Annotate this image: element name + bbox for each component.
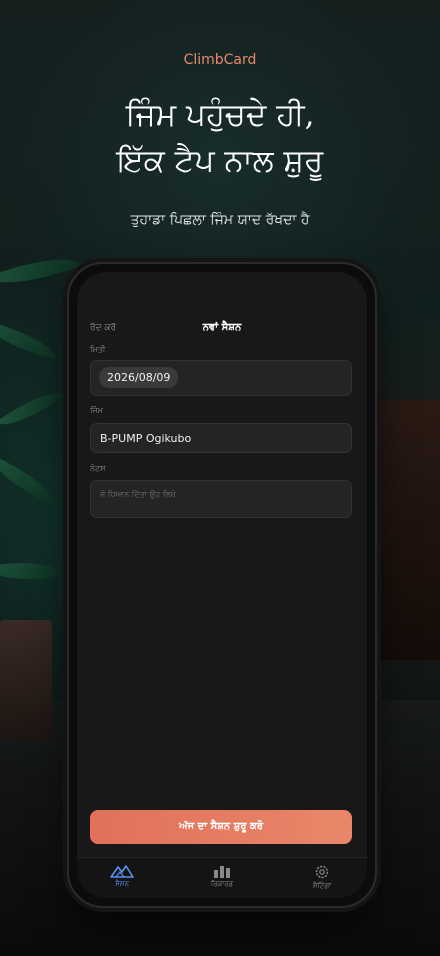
- tab-session-label: ਸੈਸ਼ਨ: [115, 880, 129, 888]
- start-session-button[interactable]: ਅੱਜ ਦਾ ਸੈਸ਼ਨ ਸ਼ੁਰੂ ਕਰੋ: [90, 810, 352, 844]
- notes-input[interactable]: ਜੋ ਧਿਆਨ ਦਿੱਤਾ ਉਹ ਲਿਖੋ: [90, 480, 352, 518]
- tab-records[interactable]: ਰਿਕਾਰਡ: [187, 864, 257, 889]
- notes-label: ਨੋਟਸ: [90, 464, 106, 473]
- tab-records-label: ਰਿਕਾਰਡ: [210, 880, 234, 888]
- app-screen: ਰੱਦ ਕਰੋ ਨਵਾਂ ਸੈਸ਼ਨ ਮਿਤੀ 2026/08/09 ਜਿੰਮ …: [77, 272, 367, 898]
- background-planter: [0, 620, 52, 740]
- date-value-chip[interactable]: 2026/08/09: [99, 367, 179, 388]
- gear-icon: [315, 865, 329, 879]
- mountain-icon: [110, 865, 134, 878]
- tab-session[interactable]: ਸੈਸ਼ਨ: [87, 864, 157, 889]
- date-field[interactable]: 2026/08/09: [90, 360, 352, 396]
- notes-placeholder: ਜੋ ਧਿਆਨ ਦਿੱਤਾ ਉਹ ਲਿਖੋ: [100, 490, 176, 499]
- gym-label: ਜਿੰਮ: [90, 406, 104, 415]
- gym-field[interactable]: B-PUMP Ogikubo: [90, 423, 352, 453]
- page-title: ਨਵਾਂ ਸੈਸ਼ਨ: [202, 322, 242, 333]
- bar-chart-icon: [214, 866, 230, 878]
- hero-headline: ਜਿੰਮ ਪਹੁੰਚਦੇ ਹੀ, ਇੱਕ ਟੈਪ ਨਾਲ ਸ਼ੁਰੂ: [0, 92, 440, 184]
- gym-value: B-PUMP Ogikubo: [100, 432, 192, 445]
- headline-line-2: ਇੱਕ ਟੈਪ ਨਾਲ ਸ਼ੁਰੂ: [116, 143, 324, 179]
- tab-settings-label: ਸੈਟਿੰਗਾਂ: [312, 882, 332, 890]
- tab-settings[interactable]: ਸੈਟਿੰਗਾਂ: [287, 864, 357, 891]
- background-doorway: [372, 400, 440, 660]
- headline-line-1: ਜਿੰਮ ਪਹੁੰਚਦੇ ਹੀ,: [125, 97, 315, 133]
- hero-subtitle: ਤੁਹਾਡਾ ਪਿਛਲਾ ਜਿੰਮ ਯਾਦ ਰੱਖਦਾ ਹੈ: [130, 212, 310, 228]
- phone-frame: ਰੱਦ ਕਰੋ ਨਵਾਂ ਸੈਸ਼ਨ ਮਿਤੀ 2026/08/09 ਜਿੰਮ …: [67, 262, 377, 908]
- date-label: ਮਿਤੀ: [90, 345, 106, 354]
- brand-name: ClimbCard: [183, 52, 257, 68]
- tab-bar: ਸੈਸ਼ਨ ਰਿਕਾਰਡ ਸੈਟਿੰਗਾਂ: [77, 857, 367, 898]
